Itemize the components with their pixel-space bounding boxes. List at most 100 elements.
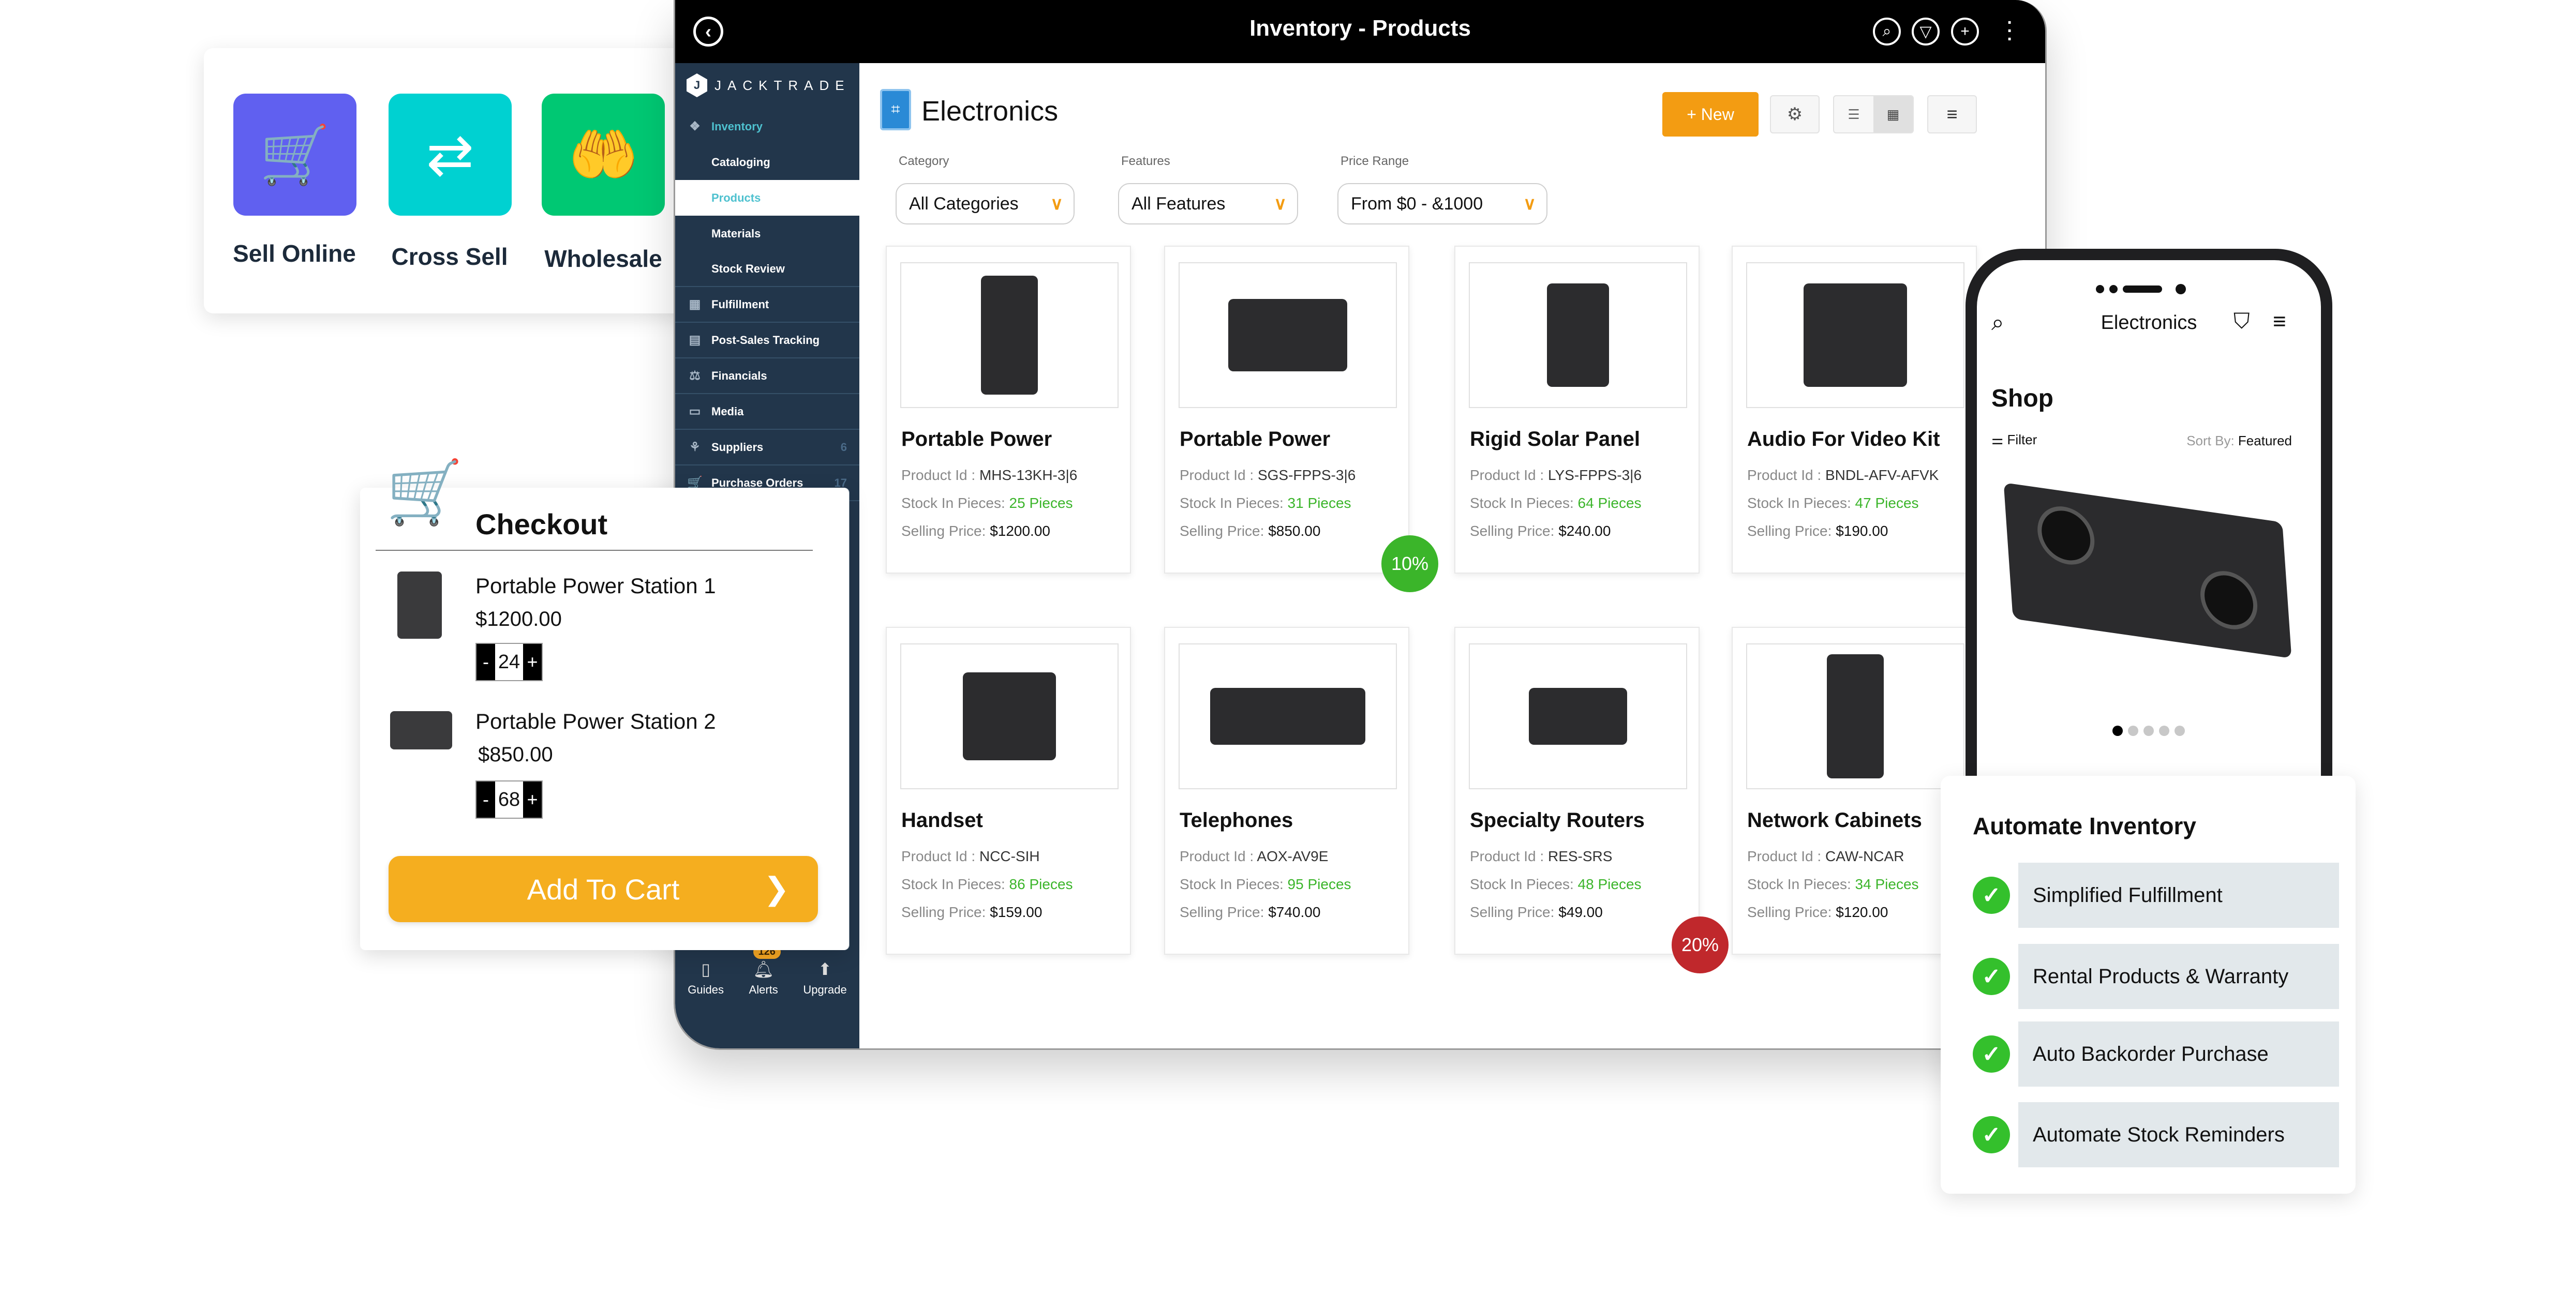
category-filter-label: Category — [899, 154, 949, 168]
product-card[interactable]: Specialty Routers Product Id : RES-SRS S… — [1454, 627, 1700, 955]
cross-sell-label: Cross Sell — [391, 243, 508, 270]
sort-select[interactable]: Sort By: Featured — [2186, 433, 2292, 449]
media-icon: ▭ — [689, 404, 701, 418]
decrement-button[interactable]: - — [477, 644, 495, 680]
check-icon: ✓ — [1973, 1035, 2010, 1073]
product-price: Selling Price: $240.00 — [1470, 523, 1611, 539]
features-filter-select[interactable]: All Features ∨ — [1118, 183, 1298, 224]
checkout-item-price: $850.00 — [478, 743, 553, 766]
sidebar-item-inventory[interactable]: ❖ Inventory — [675, 109, 859, 144]
carousel-dot[interactable] — [2175, 726, 2185, 736]
guides-button[interactable]: ▯ Guides — [688, 959, 724, 997]
sidebar-subitem-materials[interactable]: Materials — [675, 216, 859, 251]
discount-badge: 20% — [1672, 916, 1729, 973]
product-image — [1746, 643, 1964, 789]
product-card[interactable]: Portable Power Product Id : SGS-FPPS-3|6… — [1164, 246, 1409, 574]
sidebar-item-fulfillment[interactable]: ▦ Fulfillment — [675, 287, 859, 323]
product-price: Selling Price: $159.00 — [901, 904, 1043, 920]
add-to-cart-button[interactable]: Add To Cart ❯ — [389, 856, 818, 922]
automate-feature-item: Automate Stock Reminders — [2018, 1102, 2339, 1167]
automate-feature-item: Auto Backorder Purchase — [2018, 1021, 2339, 1087]
sidebar-item-financials[interactable]: ⚖ Financials — [675, 358, 859, 394]
product-price: Selling Price: $1200.00 — [901, 523, 1050, 539]
quantity-input[interactable]: 24 — [495, 644, 523, 680]
chevron-right-icon: ❯ — [763, 871, 790, 906]
product-stock: Stock In Pieces: 34 Pieces — [1747, 876, 1919, 892]
product-image — [390, 711, 452, 749]
product-card[interactable]: Audio For Video Kit Product Id : BNDL-AF… — [1732, 246, 1977, 574]
plus-icon[interactable]: + — [1951, 18, 1979, 46]
cross-sell-tile[interactable]: ⇄ — [389, 94, 512, 216]
product-card[interactable]: Network Cabinets Product Id : CAW-NCAR S… — [1732, 627, 1977, 955]
product-id: Product Id : MHS-13KH-3|6 — [901, 467, 1078, 483]
hamburger-icon: ≡ — [1946, 103, 1958, 125]
upgrade-button[interactable]: ⬆ Upgrade — [803, 959, 846, 997]
checkout-item-name: Portable Power Station 2 — [475, 709, 716, 733]
wholesale-tile[interactable]: 🤲 — [542, 94, 665, 216]
main-content: ⌗ Electronics + New ⚙ ☰ ▦ ≡ Category All… — [859, 63, 2045, 1048]
menu-icon[interactable]: ≡ — [2273, 309, 2286, 335]
list-icon: ☰ — [1848, 106, 1860, 122]
category-filter-select[interactable]: All Categories ∨ — [896, 183, 1075, 224]
carousel-dot[interactable] — [2143, 726, 2154, 736]
automate-inventory-card: Automate Inventory Simplified Fulfillmen… — [1941, 776, 2356, 1194]
search-icon[interactable]: ⌕ — [1873, 18, 1901, 46]
wholesale-label: Wholesale — [544, 245, 662, 272]
tracking-icon: ▤ — [689, 333, 701, 347]
checkout-title: Checkout — [475, 508, 608, 540]
new-button[interactable]: + New — [1662, 92, 1759, 137]
sidebar-item-suppliers[interactable]: ⚘ Suppliers 6 — [675, 430, 859, 465]
sidebar-subitem-products[interactable]: Products — [675, 180, 859, 216]
carousel-dot[interactable] — [2159, 726, 2169, 736]
product-image — [397, 572, 442, 639]
product-card[interactable]: Portable Power Product Id : MHS-13KH-3|6… — [886, 246, 1131, 574]
price-filter-select[interactable]: From $0 - &1000 ∨ — [1337, 183, 1547, 224]
product-name: Portable Power — [901, 428, 1052, 450]
increment-button[interactable]: + — [523, 644, 542, 680]
view-toggle: ☰ ▦ — [1833, 95, 1914, 133]
chevron-down-icon: ∨ — [1050, 194, 1063, 214]
filter-button[interactable]: ⚌ Filter — [1991, 432, 2037, 448]
suppliers-count: 6 — [840, 440, 847, 454]
menu-button[interactable]: ≡ — [1927, 95, 1977, 133]
sell-online-tile[interactable]: 🛒 — [233, 94, 356, 216]
sidebar-subitem-cataloging[interactable]: Cataloging — [675, 144, 859, 180]
product-id: Product Id : RES-SRS — [1470, 848, 1613, 864]
sidebar-item-post-sales-tracking[interactable]: ▤ Post-Sales Tracking — [675, 323, 859, 358]
book-icon: ▯ — [701, 960, 710, 979]
automate-feature-item: Rental Products & Warranty — [2018, 944, 2339, 1009]
chevron-down-icon: ∨ — [1274, 194, 1287, 214]
check-icon: ✓ — [1973, 958, 2010, 995]
phone-mockup: ⌕ Electronics ⛉ ≡ Shop ⚌ Filter Sort By:… — [1965, 249, 2332, 779]
settings-button[interactable]: ⚙ — [1770, 95, 1820, 133]
alerts-button[interactable]: 126 🔔︎ Alerts — [749, 945, 781, 997]
filter-icon[interactable]: ▽ — [1912, 18, 1940, 46]
more-icon[interactable]: · · · — [2005, 14, 2015, 48]
product-card[interactable]: Handset Product Id : NCC-SIH Stock In Pi… — [886, 627, 1131, 955]
shopping-bag-icon[interactable]: ⛉ — [2233, 309, 2250, 334]
sliders-icon: ⚌ — [1991, 432, 2007, 447]
fulfillment-icon: ▦ — [689, 297, 701, 311]
carousel-dot[interactable] — [2128, 726, 2138, 736]
automate-feature-item: Simplified Fulfillment — [2018, 863, 2339, 928]
increment-button[interactable]: + — [523, 781, 542, 818]
sell-online-label: Sell Online — [233, 240, 356, 267]
carousel-dot[interactable] — [2112, 726, 2123, 736]
sidebar-subitem-stock-review[interactable]: Stock Review — [675, 251, 859, 287]
product-name: Handset — [901, 809, 983, 832]
product-price: Selling Price: $49.00 — [1470, 904, 1603, 920]
automate-title: Automate Inventory — [1973, 813, 2196, 839]
product-image — [900, 262, 1119, 408]
sidebar-item-media[interactable]: ▭ Media — [675, 394, 859, 430]
decrement-button[interactable]: - — [477, 781, 495, 818]
grid-view-button[interactable]: ▦ — [1873, 96, 1913, 132]
check-icon: ✓ — [1973, 1116, 2010, 1153]
bell-icon: 🔔︎ — [753, 960, 774, 979]
product-name: Portable Power — [1180, 428, 1331, 450]
quantity-input[interactable]: 68 — [495, 781, 523, 818]
product-card[interactable]: Rigid Solar Panel Product Id : LYS-FPPS-… — [1454, 246, 1700, 574]
list-view-button[interactable]: ☰ — [1834, 96, 1873, 132]
product-card[interactable]: Telephones Product Id : AOX-AV9E Stock I… — [1164, 627, 1409, 955]
upgrade-arrow-icon: ⬆ — [818, 960, 832, 979]
product-stock: Stock In Pieces: 95 Pieces — [1180, 876, 1351, 892]
